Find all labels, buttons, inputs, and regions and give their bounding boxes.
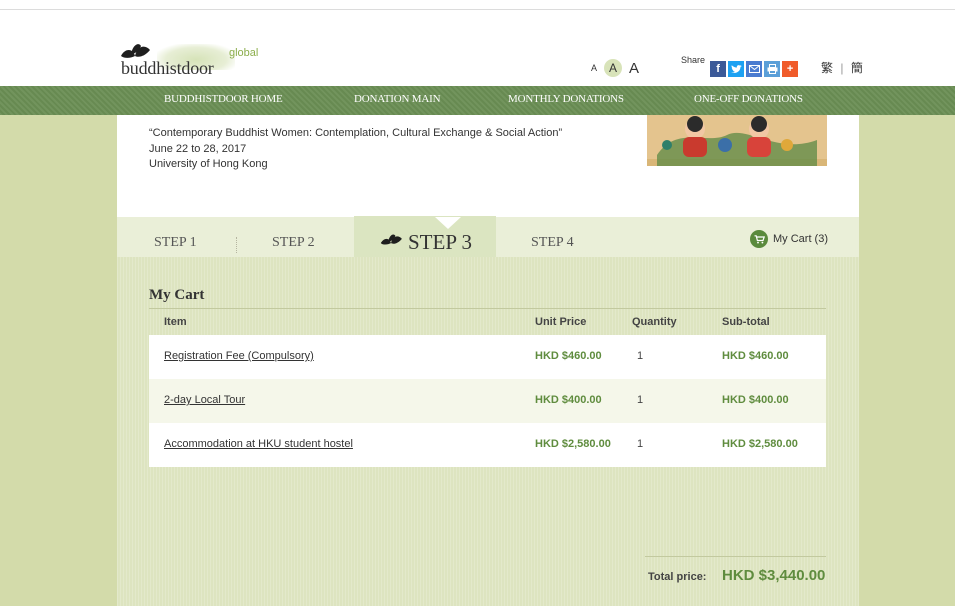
logo-global-text: global <box>229 47 259 59</box>
my-cart-link[interactable]: My Cart (3) <box>750 230 828 248</box>
twitter-icon[interactable] <box>728 61 745 77</box>
share-bar: Share f + <box>681 55 799 77</box>
language-switcher: 繁 | 簡 <box>819 59 865 76</box>
top-divider <box>0 9 955 10</box>
font-size-large-button[interactable]: A <box>629 60 639 77</box>
event-dates: June 22 to 28, 2017 <box>149 142 247 155</box>
unit-price: HKD $460.00 <box>535 350 602 362</box>
print-icon[interactable] <box>764 61 781 77</box>
table-row: 2-day Local Tour HKD $400.00 1 HKD $400.… <box>149 379 826 423</box>
unit-price: HKD $2,580.00 <box>535 438 611 450</box>
lang-divider: | <box>840 61 844 75</box>
plus-icon[interactable]: + <box>782 61 799 77</box>
right-background <box>859 115 955 606</box>
step-active-notch <box>435 217 461 229</box>
step-2-tab[interactable]: STEP 2 <box>272 235 315 251</box>
event-illustration <box>647 115 827 166</box>
cart-title-divider <box>149 308 826 309</box>
unit-price: HKD $400.00 <box>535 394 602 406</box>
cart-item-link[interactable]: Registration Fee (Compulsory) <box>164 350 314 362</box>
quantity: 1 <box>637 438 644 450</box>
mail-icon[interactable] <box>746 61 763 77</box>
total-price-value: HKD $3,440.00 <box>722 567 826 584</box>
font-size-controls: A A A <box>591 58 639 78</box>
event-title: “Contemporary Buddhist Women: Contemplat… <box>149 127 563 139</box>
quantity: 1 <box>637 394 644 406</box>
nav-item-home[interactable]: BUDDHISTDOOR HOME <box>164 93 283 105</box>
main-content: “Contemporary Buddhist Women: Contemplat… <box>117 115 859 606</box>
cart-item-link[interactable]: 2-day Local Tour <box>164 394 245 406</box>
step-1-tab[interactable]: STEP 1 <box>154 235 197 251</box>
logo-name-text: buddhistdoor <box>121 58 214 78</box>
left-background <box>0 115 117 606</box>
lang-simplified-link[interactable]: 簡 <box>851 61 863 75</box>
cart-section: My Cart Item Unit Price Quantity Sub-tot… <box>117 257 859 606</box>
event-venue: University of Hong Kong <box>149 158 268 170</box>
table-row: Accommodation at HKU student hostel HKD … <box>149 423 826 467</box>
facebook-icon[interactable]: f <box>710 61 727 77</box>
nav-item-one-off-donations[interactable]: ONE-OFF DONATIONS <box>694 93 803 105</box>
column-header-subtotal: Sub-total <box>722 316 770 328</box>
table-row: Registration Fee (Compulsory) HKD $460.0… <box>149 335 826 379</box>
nav-item-donation-main[interactable]: DONATION MAIN <box>354 93 441 105</box>
logo[interactable]: global buddhistdoor <box>117 40 267 80</box>
cart-icon <box>750 230 768 248</box>
quantity: 1 <box>637 350 644 362</box>
checkout-steps: STEP 1 STEP 2 STEP 3 STEP 4 My Cart (3) <box>117 216 859 257</box>
step-3-tab[interactable]: STEP 3 <box>408 230 472 255</box>
step-4-tab[interactable]: STEP 4 <box>531 235 574 251</box>
subtotal: HKD $460.00 <box>722 350 789 362</box>
total-divider <box>645 556 826 557</box>
subtotal: HKD $2,580.00 <box>722 438 798 450</box>
font-size-medium-button[interactable]: A <box>604 59 623 77</box>
total-price-label: Total price: <box>648 571 707 583</box>
main-nav: BUDDHISTDOOR HOME DONATION MAIN MONTHLY … <box>0 86 955 115</box>
column-header-unit-price: Unit Price <box>535 316 587 328</box>
share-label: Share <box>681 55 706 65</box>
lotus-leaf-icon <box>380 234 402 245</box>
cart-item-link[interactable]: Accommodation at HKU student hostel <box>164 438 353 450</box>
font-size-small-button[interactable]: A <box>591 63 597 73</box>
column-header-quantity: Quantity <box>632 316 677 328</box>
column-header-item: Item <box>164 316 187 328</box>
step-separator <box>236 237 237 253</box>
cart-title: My Cart <box>149 287 205 303</box>
event-info: “Contemporary Buddhist Women: Contemplat… <box>149 126 562 173</box>
subtotal: HKD $400.00 <box>722 394 789 406</box>
lang-traditional-link[interactable]: 繁 <box>821 61 833 75</box>
nav-item-monthly-donations[interactable]: MONTHLY DONATIONS <box>508 93 624 105</box>
my-cart-label: My Cart (3) <box>773 233 828 245</box>
